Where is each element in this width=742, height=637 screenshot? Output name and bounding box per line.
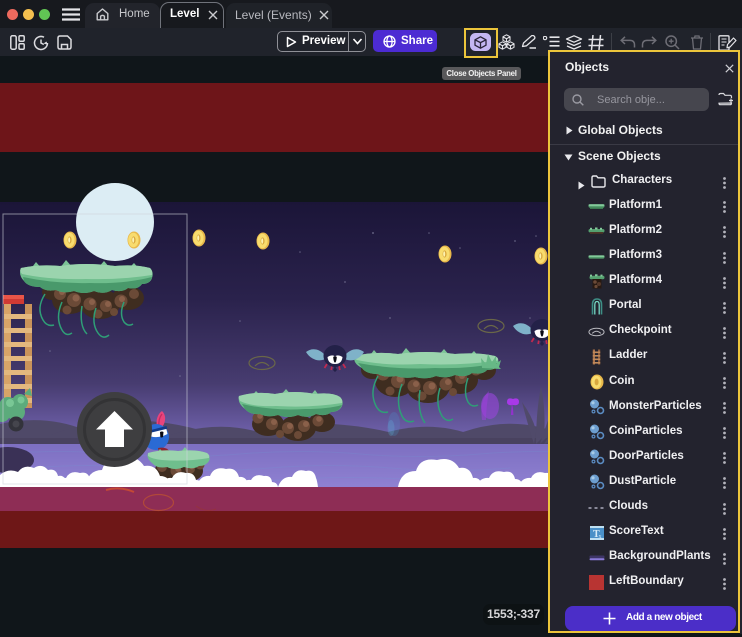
svg-text:x: x [598,534,601,540]
